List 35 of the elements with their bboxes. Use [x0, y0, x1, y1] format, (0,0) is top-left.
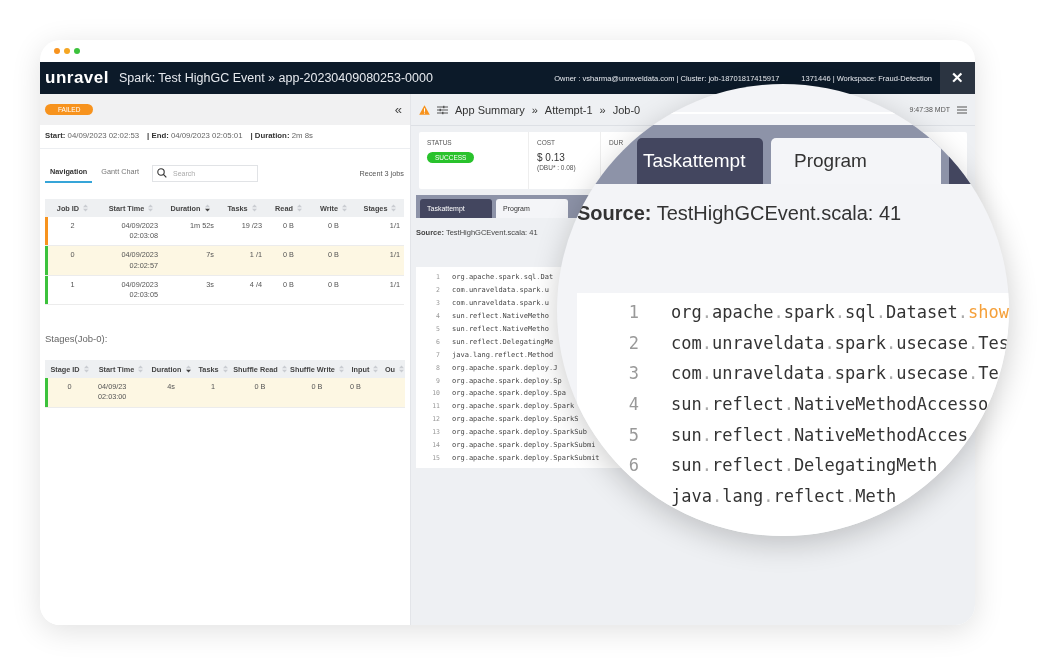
- code-line: java.lang.reflect.Meth: [671, 485, 897, 506]
- code-line: com.unraveldata.spark.usecase.Te: [671, 363, 999, 384]
- table-cell: [384, 378, 405, 408]
- line-number: 4: [627, 394, 639, 415]
- window-dot[interactable]: [74, 48, 80, 54]
- cost-value: $ 0.13: [537, 152, 566, 163]
- breadcrumb-link[interactable]: Attempt-1: [544, 103, 593, 116]
- sliders-icon[interactable]: [437, 104, 448, 115]
- breadcrumb-link[interactable]: App Summary: [455, 103, 525, 116]
- line-number: 1: [627, 302, 639, 323]
- breadcrumb-link[interactable]: Job-0: [612, 103, 641, 116]
- warning-icon: [419, 104, 430, 115]
- line-number: 2: [627, 332, 639, 353]
- sort-icon[interactable]: [185, 365, 191, 374]
- collapse-button[interactable]: «: [394, 102, 402, 117]
- app-title: Spark: Test HighGC Event » app-20230409080253-0000: [119, 71, 434, 85]
- breadcrumb-separator: »: [531, 103, 538, 116]
- code-line: org.apache.spark.sql.Dataset.show: [671, 302, 1009, 323]
- breadcrumb-separator: »: [599, 103, 606, 116]
- sort-icon[interactable]: [204, 204, 210, 212]
- code-line: sun.reflect.DelegatingMeth: [671, 455, 938, 476]
- code-line: com.unraveldata.spark.usecase.Tes: [671, 332, 1009, 353]
- logo: unravel: [45, 68, 109, 88]
- window-dot[interactable]: [64, 48, 70, 54]
- code-line: sun.reflect.NativeMethodAccesso: [671, 394, 989, 415]
- search-icon: [157, 168, 168, 178]
- section-title: Stages(Job-0):: [45, 333, 109, 345]
- close-button[interactable]: ✕: [940, 62, 975, 94]
- code-line: sun.reflect.NativeMethodAcces: [671, 424, 968, 445]
- line-number: 3: [627, 363, 639, 384]
- window-dot[interactable]: [54, 48, 60, 54]
- source-label: Source: TestHighGCEvent.scala: 41: [577, 202, 903, 225]
- tab[interactable]: Program: [771, 138, 941, 184]
- tab[interactable]: Taskattempt: [637, 138, 763, 184]
- menu-icon[interactable]: [957, 105, 967, 114]
